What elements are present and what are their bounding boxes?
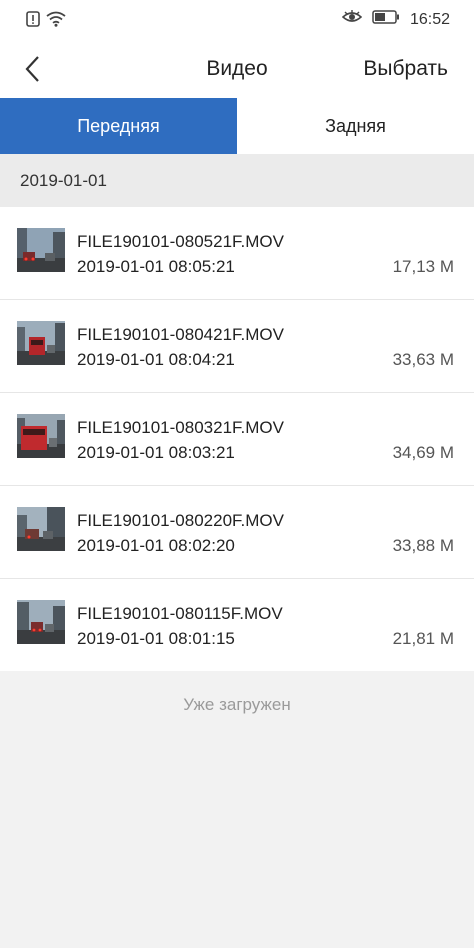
list-item[interactable]: FILE190101-080220F.MOV 2019-01-01 08:02:… [0,486,474,579]
file-size: 33,63 M [392,350,454,369]
file-name: FILE190101-080321F.MOV [77,418,284,437]
status-right: 16:52 [341,10,450,29]
battery-icon [372,10,400,29]
select-button[interactable]: Выбрать [363,57,448,81]
video-thumbnail [17,414,65,458]
tab-rear[interactable]: Задняя [237,98,474,154]
nav-bar: Видео Выбрать [0,40,474,99]
video-thumbnail [17,507,65,551]
file-datetime: 2019-01-01 08:05:21 [77,257,235,276]
file-size: 21,81 M [392,629,454,648]
list-item[interactable]: FILE190101-080321F.MOV 2019-01-01 08:03:… [0,393,474,486]
video-thumbnail [17,321,65,365]
file-datetime: 2019-01-01 08:01:15 [77,629,235,648]
file-name: FILE190101-080421F.MOV [77,325,284,344]
status-bar: 16:52 [0,0,474,40]
file-size: 33,88 M [392,536,454,555]
tab-front[interactable]: Передняя [0,98,237,154]
status-time: 16:52 [409,10,450,28]
file-list: FILE190101-080521F.MOV 2019-01-01 08:05:… [0,207,474,671]
date-group-header: 2019-01-01 [0,154,474,207]
status-left [26,11,66,32]
file-name: FILE190101-080521F.MOV [77,232,284,251]
eye-icon [341,10,363,29]
file-datetime: 2019-01-01 08:03:21 [77,443,235,462]
video-thumbnail [17,600,65,644]
loaded-status-text: Уже загружен [183,695,291,714]
file-datetime: 2019-01-01 08:02:20 [77,536,235,555]
file-name: FILE190101-080115F.MOV [77,604,283,623]
list-item[interactable]: FILE190101-080421F.MOV 2019-01-01 08:04:… [0,300,474,393]
video-thumbnail [17,228,65,272]
alert-icon [26,11,40,32]
wifi-icon [46,11,66,32]
file-size: 34,69 M [392,443,454,462]
date-group-label: 2019-01-01 [20,170,107,190]
list-item[interactable]: FILE190101-080521F.MOV 2019-01-01 08:05:… [0,207,474,300]
file-size: 17,13 M [392,257,454,276]
file-datetime: 2019-01-01 08:04:21 [77,350,235,369]
camera-tabs: Передняя Задняя [0,98,474,154]
list-item[interactable]: FILE190101-080115F.MOV 2019-01-01 08:01:… [0,579,474,671]
file-name: FILE190101-080220F.MOV [77,511,284,530]
